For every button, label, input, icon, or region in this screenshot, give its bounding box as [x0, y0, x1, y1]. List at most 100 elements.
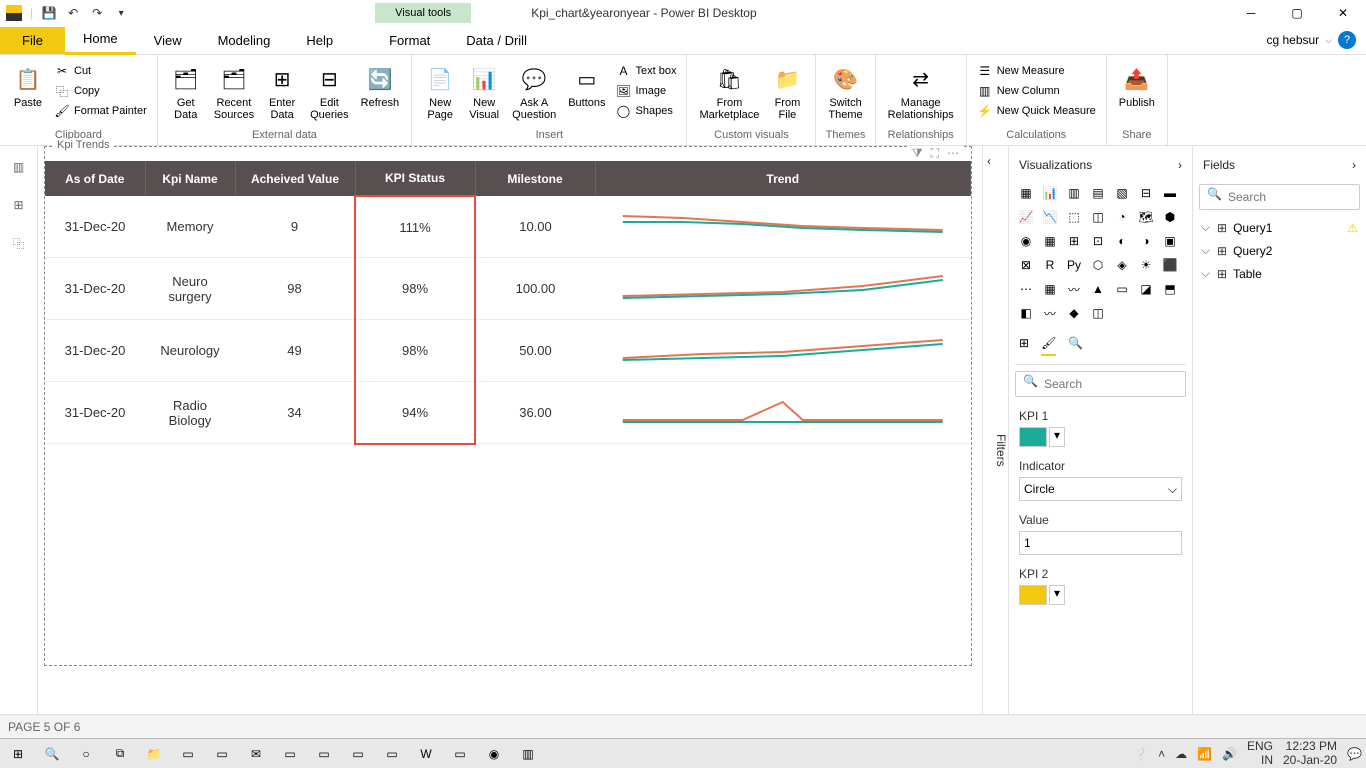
ask-question-button[interactable]: 💬Ask A Question — [508, 61, 560, 123]
tray-chevron-icon[interactable]: ˄ — [1158, 747, 1165, 761]
cut-button[interactable]: ✂Cut — [52, 61, 149, 81]
viz-type-icon[interactable]: ◫ — [1087, 302, 1109, 324]
viz-type-icon[interactable]: Py — [1063, 254, 1085, 276]
viz-type-icon[interactable]: ⊟ — [1135, 182, 1157, 204]
fields-search-input[interactable] — [1199, 184, 1360, 210]
viz-type-icon[interactable]: R — [1039, 254, 1061, 276]
user-dropdown-icon[interactable]: ⌵ — [1325, 35, 1332, 46]
viz-type-icon[interactable]: 📈 — [1015, 206, 1037, 228]
viz-type-icon[interactable]: ◔ — [1111, 206, 1133, 228]
table-header[interactable]: Milestone — [475, 161, 595, 196]
filters-pane-collapsed[interactable]: ‹ Filters — [982, 146, 1008, 714]
tray-time[interactable]: 12:23 PM — [1283, 740, 1337, 753]
kpi-trends-visual[interactable]: Kpi Trends ⧩ ⛶ ⋯ As of DateKpi NameAchei… — [44, 146, 972, 666]
app-icon[interactable]: ▭ — [378, 742, 406, 766]
image-button[interactable]: 🖼Image — [614, 81, 679, 101]
kpi2-color-swatch[interactable] — [1019, 585, 1047, 605]
qat-dropdown-icon[interactable]: ▾ — [113, 5, 129, 21]
start-button[interactable]: ⊞ — [4, 742, 32, 766]
tray-network-icon[interactable]: 📶 — [1197, 747, 1212, 761]
field-table-item[interactable]: ⌵⊞Table — [1199, 262, 1360, 285]
viz-type-icon[interactable]: ⊞ — [1063, 230, 1085, 252]
visual-filter-icon[interactable]: ⧩ — [912, 146, 923, 161]
new-quick-measure-button[interactable]: ⚡New Quick Measure — [975, 101, 1098, 121]
viz-type-icon[interactable]: ▬ — [1159, 182, 1181, 204]
filter-expand-icon[interactable]: ‹ — [987, 154, 991, 168]
redo-icon[interactable]: ↷ — [89, 5, 105, 21]
viz-type-icon[interactable]: ◪ — [1135, 278, 1157, 300]
table-header[interactable]: KPI Status — [355, 161, 475, 196]
tray-date[interactable]: 20-Jan-20 — [1283, 754, 1337, 767]
viz-type-icon[interactable]: ▥ — [1063, 182, 1085, 204]
format-tab-icon[interactable]: 🖌 — [1041, 336, 1056, 356]
tray-notifications-icon[interactable]: 💬 — [1347, 747, 1362, 761]
powerbi-task-icon[interactable]: ▥ — [514, 742, 542, 766]
user-name[interactable]: cg hebsur — [1266, 33, 1319, 47]
help-icon[interactable]: ? — [1338, 31, 1356, 49]
viz-type-icon[interactable]: ▤ — [1087, 182, 1109, 204]
viz-type-icon[interactable]: ◈ — [1111, 254, 1133, 276]
save-icon[interactable]: 💾 — [41, 5, 57, 21]
switch-theme-button[interactable]: 🎨Switch Theme — [824, 61, 866, 123]
from-marketplace-button[interactable]: 🛍From Marketplace — [695, 61, 763, 123]
viz-type-icon[interactable]: ☀ — [1135, 254, 1157, 276]
maximize-button[interactable]: ▢ — [1274, 0, 1320, 26]
viz-type-icon[interactable]: 🗺 — [1135, 206, 1157, 228]
manage-relationships-button[interactable]: ⇄Manage Relationships — [884, 61, 958, 123]
app-icon[interactable]: ▭ — [344, 742, 372, 766]
viz-type-icon[interactable]: ▦ — [1039, 278, 1061, 300]
model-view-icon[interactable]: ⿻ — [8, 232, 30, 254]
viz-type-icon[interactable]: ◉ — [1015, 230, 1037, 252]
field-table-item[interactable]: ⌵⊞Query2 — [1199, 239, 1360, 262]
undo-icon[interactable]: ↶ — [65, 5, 81, 21]
get-data-button[interactable]: 🗂Get Data — [166, 61, 206, 123]
tray-onedrive-icon[interactable]: ☁ — [1175, 747, 1187, 761]
viz-type-icon[interactable]: ◑ — [1135, 230, 1157, 252]
app-icon[interactable]: ▭ — [310, 742, 338, 766]
refresh-button[interactable]: 🔄Refresh — [357, 61, 404, 111]
tab-data-drill[interactable]: Data / Drill — [448, 27, 545, 54]
viz-type-icon[interactable]: ▭ — [1111, 278, 1133, 300]
app-icon[interactable]: ▭ — [208, 742, 236, 766]
viz-type-icon[interactable]: ⋯ — [1015, 278, 1037, 300]
viz-type-icon[interactable]: 〰 — [1063, 278, 1085, 300]
analytics-tab-icon[interactable]: 🔍 — [1068, 336, 1083, 356]
viz-type-icon[interactable]: 📉 — [1039, 206, 1061, 228]
viz-type-icon[interactable]: ◫ — [1087, 206, 1109, 228]
viz-type-icon[interactable]: ▦ — [1039, 230, 1061, 252]
report-view-icon[interactable]: ▥ — [8, 156, 30, 178]
value-input[interactable] — [1019, 531, 1182, 555]
viz-type-icon[interactable]: ⬡ — [1087, 254, 1109, 276]
publish-button[interactable]: 📤Publish — [1115, 61, 1159, 111]
viz-type-icon[interactable]: ⬚ — [1063, 206, 1085, 228]
viz-type-icon[interactable]: ⊡ — [1087, 230, 1109, 252]
data-view-icon[interactable]: ⊞ — [8, 194, 30, 216]
app-icon[interactable]: ▭ — [174, 742, 202, 766]
viz-type-icon[interactable]: 📊 — [1039, 182, 1061, 204]
indicator-dropdown[interactable]: Circle⌵ — [1019, 477, 1182, 501]
text-box-button[interactable]: AText box — [614, 61, 679, 81]
app-icon[interactable]: ▭ — [446, 742, 474, 766]
tab-view[interactable]: View — [136, 27, 200, 54]
shapes-button[interactable]: ◯Shapes — [614, 101, 679, 121]
mail-icon[interactable]: ✉ — [242, 742, 270, 766]
tab-format[interactable]: Format — [371, 27, 448, 54]
viz-type-icon[interactable]: ⬢ — [1159, 206, 1181, 228]
visual-more-icon[interactable]: ⋯ — [947, 146, 959, 161]
explorer-icon[interactable]: 📁 — [140, 742, 168, 766]
kpi1-color-swatch[interactable] — [1019, 427, 1047, 447]
tray-help-icon[interactable]: ❔ — [1133, 747, 1148, 761]
edit-queries-button[interactable]: ⊟Edit Queries — [306, 61, 353, 123]
viz-search-input[interactable] — [1015, 371, 1186, 397]
close-button[interactable]: ✕ — [1320, 0, 1366, 26]
table-header[interactable]: As of Date — [45, 161, 145, 196]
kpi2-color-dropdown-icon[interactable]: ▾ — [1049, 585, 1065, 605]
tray-volume-icon[interactable]: 🔊 — [1222, 747, 1237, 761]
kpi1-color-dropdown-icon[interactable]: ▾ — [1049, 427, 1065, 447]
from-file-button[interactable]: 📁From File — [767, 61, 807, 123]
copy-button[interactable]: ⿻Copy — [52, 81, 149, 101]
minimize-button[interactable]: ─ — [1228, 0, 1274, 26]
fields-tab-icon[interactable]: ⊞ — [1019, 336, 1029, 356]
viz-type-icon[interactable]: ⬛ — [1159, 254, 1181, 276]
viz-type-icon[interactable]: ⬒ — [1159, 278, 1181, 300]
